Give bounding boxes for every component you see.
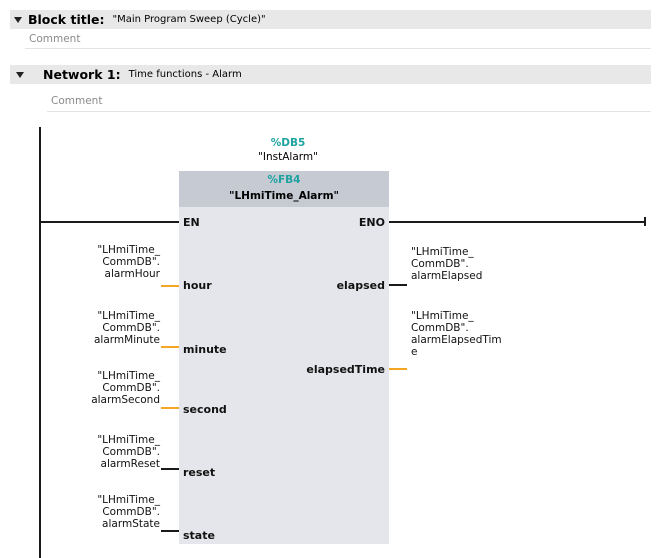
network-collapse-icon[interactable] (16, 71, 24, 78)
fb-name: "LHmiTime_Alarm" (229, 190, 339, 202)
block-title-label: Block title: (28, 12, 105, 27)
eno-wire (389, 221, 645, 223)
pin-second: second (183, 403, 227, 416)
wire-second (161, 407, 179, 409)
network-comment[interactable]: Comment (47, 91, 651, 112)
pin-elapsed: elapsed (336, 279, 385, 292)
power-rail (39, 127, 41, 558)
wire-elapsed (389, 284, 407, 286)
operand-second[interactable]: "LHmiTime_ CommDB". alarmSecond (60, 370, 160, 406)
function-block-header[interactable]: %FB4 "LHmiTime_Alarm" (179, 171, 389, 207)
pin-minute: minute (183, 343, 227, 356)
operand-elapsedtime[interactable]: "LHmiTime_ CommDB". alarmElapsedTim e (411, 310, 502, 358)
instance-db-name[interactable]: "InstAlarm" (238, 151, 338, 163)
pin-state: state (183, 529, 215, 542)
network-label: Network 1: (43, 67, 121, 82)
network-title[interactable]: Time functions - Alarm (129, 69, 242, 80)
wire-state (161, 530, 179, 532)
en-wire (40, 221, 179, 223)
pin-en: EN (183, 216, 200, 229)
pin-hour: hour (183, 279, 212, 292)
wire-elapsedtime (389, 368, 407, 370)
instance-db-number[interactable]: %DB5 (258, 137, 318, 149)
operand-minute[interactable]: "LHmiTime_ CommDB". alarmMinute (60, 310, 160, 346)
operand-hour[interactable]: "LHmiTime_ CommDB". alarmHour (60, 244, 160, 280)
operand-elapsed[interactable]: "LHmiTime_ CommDB". alarmElapsed (411, 246, 482, 282)
block-comment[interactable]: Comment (25, 30, 651, 49)
block-title-bar[interactable]: Block title: "Main Program Sweep (Cycle)… (10, 10, 651, 29)
wire-hour (161, 285, 179, 287)
pin-elapsedtime: elapsedTime (306, 363, 385, 376)
pin-eno: ENO (358, 216, 385, 229)
operand-state[interactable]: "LHmiTime_ CommDB". alarmState (60, 494, 160, 530)
pin-reset: reset (183, 466, 216, 479)
operand-reset[interactable]: "LHmiTime_ CommDB". alarmReset (60, 434, 160, 470)
fb-number: %FB4 (267, 174, 301, 186)
wire-minute (161, 346, 179, 348)
eno-wire-end (644, 217, 646, 226)
network-header[interactable]: Network 1: Time functions - Alarm (10, 65, 651, 84)
wire-reset (161, 468, 179, 470)
collapse-triangle-icon[interactable] (14, 16, 22, 23)
block-title-value[interactable]: "Main Program Sweep (Cycle)" (112, 14, 265, 25)
